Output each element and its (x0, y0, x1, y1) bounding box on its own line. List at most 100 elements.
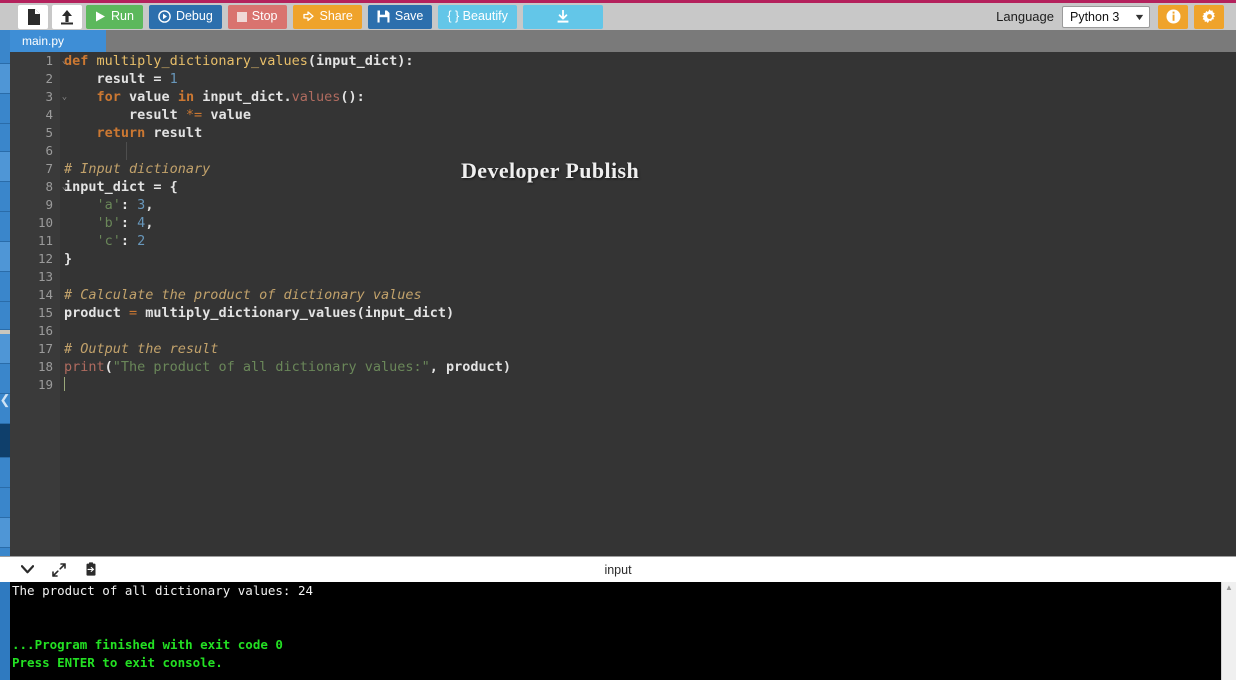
code-token: 2 (137, 233, 146, 249)
file-tab-bar: main.py (0, 30, 1236, 52)
settings-button[interactable] (1194, 4, 1224, 29)
expand-arrows-icon[interactable] (50, 561, 68, 579)
share-icon (302, 11, 314, 22)
rail-segment[interactable] (0, 488, 10, 518)
stop-button[interactable]: Stop (227, 4, 287, 29)
code-token: , product) (429, 359, 512, 375)
line-number: 13 (37, 269, 53, 284)
code-line: return result (64, 124, 1236, 142)
scroll-up-arrow-icon[interactable]: ▲ (1222, 582, 1236, 594)
play-icon (96, 11, 105, 22)
clipboard-paste-icon[interactable] (82, 561, 100, 579)
code-token: product (64, 305, 130, 321)
code-token: , (145, 215, 154, 231)
beautify-button[interactable]: { } Beautify (438, 4, 517, 29)
rail-segment[interactable] (0, 64, 10, 94)
code-token: , (145, 197, 154, 213)
rail-segment[interactable] (0, 124, 10, 152)
debug-button[interactable]: Debug (148, 4, 222, 29)
rail-segment[interactable] (0, 30, 10, 64)
code-token: input_dict. (194, 89, 292, 105)
sidebar-collapse-chevron-icon[interactable]: ❮ (0, 388, 10, 412)
rail-segment[interactable] (0, 272, 10, 302)
rail-segment[interactable] (0, 182, 10, 212)
debug-icon (158, 10, 171, 23)
line-number: 15 (37, 305, 53, 320)
open-file-button[interactable] (52, 4, 82, 29)
language-select[interactable]: Python 3 ▼ (1062, 5, 1150, 28)
code-content[interactable]: def multiply_dictionary_values(input_dic… (64, 52, 1236, 556)
line-number: 16 (37, 323, 53, 338)
left-sidebar-rail[interactable] (0, 30, 10, 556)
code-token: 'a' (96, 197, 121, 213)
code-editor[interactable]: 1 ⌄ 2 3 ⌄ 4 5 6 7 8 ⌄ 9 10 11 12 13 14 15 16 17 18 19 def mul… (10, 52, 1236, 556)
console-line: Press ENTER to exit console. (12, 655, 223, 670)
console-output[interactable]: The product of all dictionary values: 24… (10, 582, 1221, 680)
download-button[interactable] (522, 4, 603, 29)
code-token: return (96, 125, 146, 141)
rail-segment[interactable] (0, 242, 10, 272)
rail-segment[interactable] (0, 94, 10, 124)
upload-icon (61, 9, 73, 24)
code-line: print("The product of all dictionary val… (64, 358, 1236, 376)
code-line: input_dict = { (64, 178, 1236, 196)
code-token: } (64, 251, 73, 267)
code-line: 'b': 4, (64, 214, 1236, 232)
rail-segment[interactable] (0, 302, 10, 330)
share-button-label: Share (319, 9, 353, 24)
info-button[interactable] (1158, 4, 1188, 29)
code-token: values (291, 89, 341, 105)
tab-label: main.py (22, 34, 65, 48)
toolbar-left-group: Run Debug Stop Share Save {} Beautify (0, 4, 609, 29)
code-token: = (129, 305, 138, 321)
debug-button-label: Debug (175, 9, 213, 24)
code-token: 1 (169, 71, 178, 87)
online-ide-window: Run Debug Stop Share Save {} Beautify L… (0, 0, 1236, 680)
code-token: input_dict = { (64, 179, 178, 195)
share-button[interactable]: Share (292, 4, 362, 29)
info-icon (1166, 9, 1180, 24)
code-token: # Input dictionary (64, 161, 211, 177)
rail-segment[interactable] (0, 518, 10, 548)
rail-segment[interactable] (0, 152, 10, 182)
code-token: value (202, 107, 251, 123)
rail-segment[interactable] (0, 212, 10, 242)
code-token: (): (340, 89, 365, 105)
line-number: 14 (37, 287, 53, 302)
code-token: result (145, 125, 203, 141)
tab-main-py[interactable]: main.py (10, 30, 106, 52)
rail-segment[interactable] (0, 548, 10, 556)
new-file-button[interactable] (18, 4, 48, 29)
console-scrollbar[interactable]: ▲ (1221, 582, 1236, 680)
line-number: 18 (37, 359, 53, 374)
console-toolbar: input (0, 556, 1236, 582)
console-left-rail (0, 582, 10, 680)
chevron-down-icon[interactable] (18, 561, 36, 579)
save-button[interactable]: Save (367, 4, 433, 29)
line-number: 7 (45, 161, 53, 176)
run-button[interactable]: Run (86, 4, 143, 29)
language-label: Language (996, 9, 1054, 24)
code-line: result *= value (64, 106, 1236, 124)
code-token: result = (64, 71, 170, 87)
rail-segment[interactable] (0, 334, 10, 364)
rail-segment[interactable] (0, 458, 10, 488)
line-number: 12 (37, 251, 53, 266)
code-token: 'c' (96, 233, 121, 249)
console-line: The product of all dictionary values: 24 (12, 583, 314, 598)
run-button-label: Run (111, 9, 134, 24)
line-number: 19 (37, 377, 53, 392)
text-cursor (64, 377, 65, 391)
floppy-icon (377, 10, 390, 23)
code-line: product = multiply_dictionary_values(inp… (64, 304, 1236, 322)
stop-icon (236, 11, 247, 22)
code-token: print (64, 359, 105, 375)
rail-segment[interactable] (0, 424, 10, 458)
